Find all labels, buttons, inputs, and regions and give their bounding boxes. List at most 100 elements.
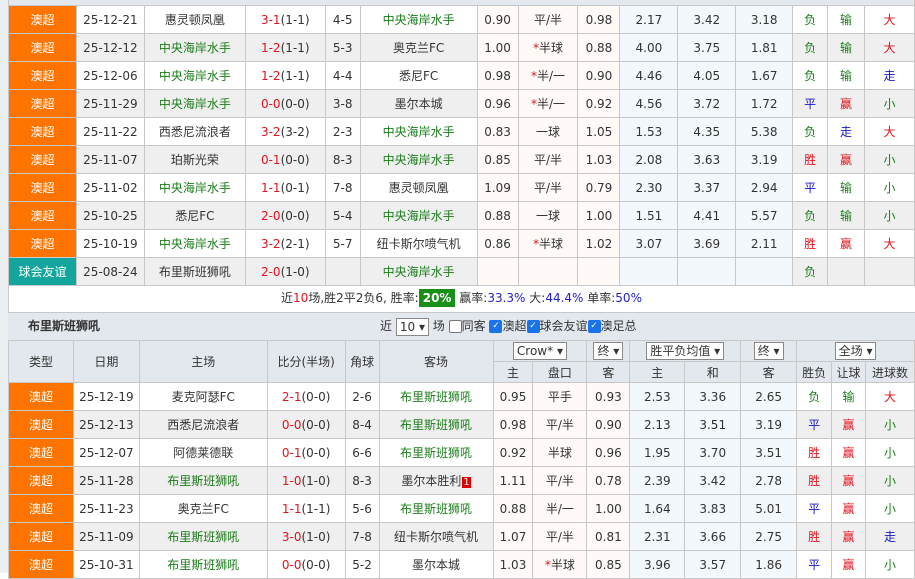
away-team[interactable]: 惠灵顿凤凰: [359, 173, 478, 202]
home-team[interactable]: 西悉尼流浪者: [138, 410, 268, 439]
away-team[interactable]: 中央海岸水手: [359, 145, 478, 174]
match-row: 球会友谊 25-08-24 布里斯班狮吼 2-0(1-0) 中央海岸水手负: [8, 257, 915, 286]
home-team[interactable]: 奥克兰FC: [138, 494, 268, 523]
home-team[interactable]: 西悉尼流浪者: [143, 117, 246, 146]
away-team[interactable]: 奥克兰FC: [359, 33, 478, 62]
league-badge[interactable]: 澳超: [8, 173, 77, 202]
away-team-name: 中央海岸水手: [382, 209, 455, 223]
subheader: 主: [629, 361, 686, 383]
home-win-odds: 2.08: [619, 145, 679, 174]
score: 2-0(1-0): [244, 257, 326, 286]
away-team[interactable]: 墨尔本胜利 1: [378, 466, 494, 495]
home-team[interactable]: 悉尼FC: [143, 201, 246, 230]
away-team[interactable]: 悉尼FC: [359, 61, 478, 90]
half-score: (0-0): [301, 557, 331, 572]
away-win-odds: 5.57: [735, 201, 794, 230]
league-badge[interactable]: 澳超: [8, 410, 74, 439]
away-odds: 0.79: [577, 173, 621, 202]
handicap: 平/半: [517, 173, 579, 202]
final-select-1[interactable]: 终 ▾: [593, 342, 624, 360]
filter-checkbox[interactable]: ✓: [526, 320, 540, 333]
home-team[interactable]: 布里斯班狮吼: [138, 466, 268, 495]
away-team-name: 悉尼FC: [398, 69, 439, 83]
home-team[interactable]: 惠灵顿凤凰: [143, 5, 246, 34]
league-badge[interactable]: 澳超: [8, 89, 77, 118]
league-badge[interactable]: 澳超: [8, 145, 77, 174]
away-team[interactable]: 布里斯班狮吼: [378, 382, 494, 411]
league-badge[interactable]: 澳超: [8, 229, 77, 258]
result: 平: [792, 173, 829, 202]
match-count-select[interactable]: 10 ▾: [395, 317, 429, 336]
draw-odds: 3.83: [684, 494, 742, 523]
match-row: 澳超 25-12-21 惠灵顿凤凰 3-1(1-1) 4-5 中央海岸水手 0.90 平/半 0…: [8, 5, 915, 34]
away-team[interactable]: 中央海岸水手: [359, 257, 478, 286]
away-team[interactable]: 布里斯班狮吼: [378, 494, 494, 523]
away-odds: 1.00: [577, 201, 621, 230]
league-badge[interactable]: 澳超: [8, 494, 74, 523]
league-badge[interactable]: 澳超: [8, 522, 74, 551]
result: 平: [796, 494, 833, 523]
league-badge[interactable]: 澳超: [8, 466, 74, 495]
home-team[interactable]: 中央海岸水手: [143, 173, 246, 202]
away-win-odds: 2.75: [740, 522, 798, 551]
company-value: Crow*: [516, 344, 554, 358]
home-team[interactable]: 中央海岸水手: [143, 33, 246, 62]
company-select[interactable]: Crow* ▾: [512, 342, 567, 360]
away-team[interactable]: 中央海岸水手: [359, 201, 478, 230]
scope-select[interactable]: 全场 ▾: [834, 342, 877, 360]
match-date: 25-11-28: [72, 466, 140, 495]
league-badge[interactable]: 澳超: [8, 5, 77, 34]
home-team[interactable]: 中央海岸水手: [143, 61, 246, 90]
handicap: 半球: [532, 438, 588, 467]
goals-result: 大: [863, 33, 915, 62]
subheader: 和: [684, 361, 742, 383]
handicap: 平/半: [532, 466, 588, 495]
handicap: 一球: [517, 117, 579, 146]
away-team[interactable]: 中央海岸水手: [359, 5, 478, 34]
home-team[interactable]: 中央海岸水手: [143, 89, 246, 118]
away-team[interactable]: 墨尔本城: [359, 89, 478, 118]
away-team[interactable]: 纽卡斯尔喷气机: [359, 229, 478, 258]
full-score: 1-2: [260, 68, 281, 83]
avg-select[interactable]: 胜平负均值 ▾: [646, 342, 725, 360]
home-win-odds: 2.39: [629, 466, 686, 495]
away-team[interactable]: 纽卡斯尔喷气机: [378, 522, 494, 551]
handicap: 一球: [517, 201, 579, 230]
filter-checkbox[interactable]: ✓: [587, 320, 601, 333]
league-badge[interactable]: 澳超: [8, 117, 77, 146]
team2-history-table: 类型 日期 主场 比分(半场) 角球 客场 Crow* ▾ 终 ▾ 胜平负均值 …: [8, 340, 915, 579]
match-date: 25-11-22: [75, 117, 145, 146]
home-team[interactable]: 麦克阿瑟FC: [138, 382, 268, 411]
league-badge[interactable]: 球会友谊: [8, 257, 77, 286]
same-away-checkbox[interactable]: [448, 320, 462, 333]
league-badge[interactable]: 澳超: [8, 33, 77, 62]
home-win-odds: 2.31: [629, 522, 686, 551]
filter-checkbox[interactable]: ✓: [489, 320, 503, 333]
league-badge[interactable]: 澳超: [8, 550, 74, 579]
half-score: (0-0): [280, 96, 310, 111]
away-team[interactable]: 布里斯班狮吼: [378, 410, 494, 439]
away-team[interactable]: 中央海岸水手: [359, 117, 478, 146]
league-badge[interactable]: 澳超: [8, 382, 74, 411]
half-score: (0-0): [301, 389, 331, 404]
home-team[interactable]: 珀斯光荣: [143, 145, 246, 174]
goals-result: 大: [863, 117, 915, 146]
league-badge[interactable]: 澳超: [8, 201, 77, 230]
away-team[interactable]: 布里斯班狮吼: [378, 438, 494, 467]
home-team[interactable]: 中央海岸水手: [143, 229, 246, 258]
match-count-value: 10: [399, 319, 416, 334]
half-score: (1-1): [280, 40, 310, 55]
goals-result: 小: [864, 466, 915, 495]
home-team[interactable]: 阿德莱德联: [138, 438, 268, 467]
match-row: 澳超 25-11-29 中央海岸水手 0-0(0-0) 3-8 墨尔本城 0.96 *半/一 0…: [8, 89, 915, 118]
final-select-2[interactable]: 终 ▾: [753, 342, 784, 360]
away-team[interactable]: 墨尔本城: [378, 550, 494, 579]
result: 负: [792, 5, 829, 34]
home-team[interactable]: 布里斯班狮吼: [138, 550, 268, 579]
league-badge[interactable]: 澳超: [8, 438, 74, 467]
goals-result: 走: [864, 522, 915, 551]
home-team[interactable]: 布里斯班狮吼: [138, 522, 268, 551]
match-row: 澳超 25-11-07 珀斯光荣 0-1(0-0) 8-3 中央海岸水手 0.85 平/半 1.…: [8, 145, 915, 174]
league-badge[interactable]: 澳超: [8, 61, 77, 90]
home-team[interactable]: 布里斯班狮吼: [143, 257, 246, 286]
